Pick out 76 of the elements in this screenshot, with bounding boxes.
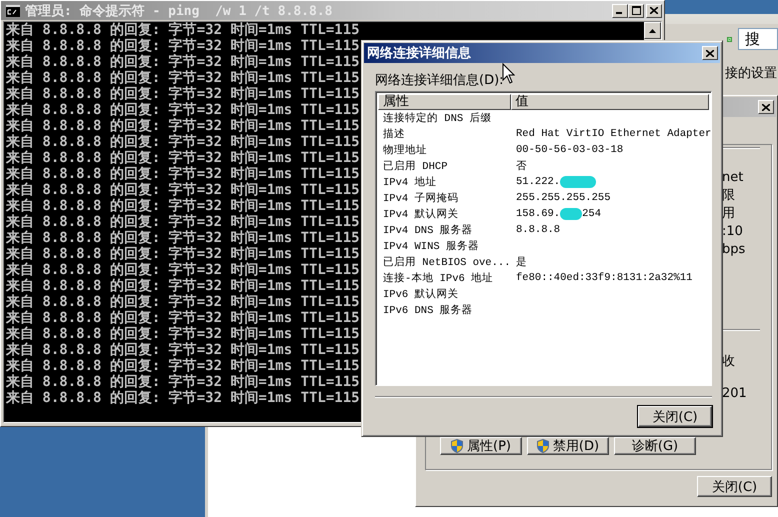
property-cell-text: 描述 [382, 127, 406, 141]
console-line: 来自 8.8.8.8 的回复: 字节=32 时间=1ms TTL=115 [6, 390, 360, 406]
console-line: 来自 8.8.8.8 的回复: 字节=32 时间=1ms TTL=115 [6, 150, 360, 166]
console-line: 来自 8.8.8.8 的回复: 字节=32 时间=1ms TTL=115 [6, 54, 360, 70]
console-line: 来自 8.8.8.8 的回复: 字节=32 时间=1ms TTL=115 [6, 102, 360, 118]
close-button[interactable] [646, 4, 662, 18]
maximize-button[interactable] [628, 4, 644, 18]
value-cell: 158.69. [516, 208, 560, 220]
console-line: 来自 8.8.8.8 的回复: 字节=32 时间=1ms TTL=115 [6, 230, 360, 246]
scroll-up-icon[interactable] [644, 22, 661, 39]
close-icon [762, 104, 770, 110]
value-cell-text: 否 [516, 160, 527, 173]
value-cell-text: 是 [516, 256, 527, 269]
console-line: 来自 8.8.8.8 的回复: 字节=32 时间=1ms TTL=115 [6, 22, 360, 38]
value-cell: 254 [582, 208, 602, 220]
console-line: 来自 8.8.8.8 的回复: 字节=32 时间=1ms TTL=115 [6, 38, 360, 54]
console-line: 来自 8.8.8.8 的回复: 字节=32 时间=1ms TTL=115 [6, 310, 360, 326]
console-line: 来自 8.8.8.8 的回复: 字节=32 时间=1ms TTL=115 [6, 262, 360, 278]
mouse-pointer-icon [502, 63, 515, 84]
console-icon [5, 4, 21, 18]
close-button[interactable]: 关闭(C) [638, 406, 712, 427]
property-cell-text: 连接-本地 IPv6 地址 [382, 271, 494, 285]
console-line: 来自 8.8.8.8 的回复: 字节=32 时间=1ms TTL=115 [6, 358, 360, 374]
value-cell: Red Hat VirtIO Ethernet Adapter [516, 128, 712, 140]
property-cell-text: IPv4 默认网关 [382, 207, 460, 221]
console-line: 来自 8.8.8.8 的回复: 字节=32 时间=1ms TTL=115 [6, 278, 360, 294]
close-icon [650, 7, 658, 14]
value-cell: 8.8.8.8 [516, 224, 560, 236]
console-line: 来自 8.8.8.8 的回复: 字节=32 时间=1ms TTL=115 [6, 198, 360, 214]
console-line: 来自 8.8.8.8 的回复: 字节=32 时间=1ms TTL=115 [6, 70, 360, 86]
console-line: 来自 8.8.8.8 的回复: 字节=32 时间=1ms TTL=115 [6, 246, 360, 262]
breadcrumb-text: 接的设置 [724, 65, 778, 82]
property-cell-text: IPv6 DNS 服务器 [382, 304, 474, 317]
action-button[interactable]: 禁用(D) [527, 437, 609, 455]
property-cell-text: 已启用 DHCP [382, 159, 449, 173]
search-field[interactable]: 搜 [738, 28, 778, 50]
value-cell: fe80::40ed:33f9:8131:2a32%11 [516, 272, 692, 284]
action-button[interactable]: 属性(P) [440, 437, 522, 455]
value-cell: 00-50-56-03-03-18 [516, 144, 624, 156]
minimize-button[interactable] [612, 4, 628, 18]
console-line: 来自 8.8.8.8 的回复: 字节=32 时间=1ms TTL=115 [6, 326, 360, 342]
close-button[interactable] [702, 46, 718, 60]
maximize-icon [632, 6, 640, 15]
status-text: net [722, 169, 744, 187]
close-button[interactable]: 关闭(C) [697, 476, 772, 497]
status-text: :10 [722, 223, 744, 241]
console-line: 来自 8.8.8.8 的回复: 字节=32 时间=1ms TTL=115 [6, 374, 360, 390]
close-button[interactable] [758, 100, 774, 114]
status-text: 201 [722, 385, 748, 403]
status-text: bps [722, 241, 746, 259]
status-text: 限 [722, 187, 736, 205]
property-cell-text: IPv4 地址 [382, 175, 438, 189]
close-icon [706, 50, 714, 56]
console-line: 来自 8.8.8.8 的回复: 字节=32 时间=1ms TTL=115 [6, 294, 360, 310]
console-line: 来自 8.8.8.8 的回复: 字节=32 时间=1ms TTL=115 [6, 182, 360, 198]
property-cell-text: IPv6 默认网关 [382, 287, 460, 301]
console-line: 来自 8.8.8.8 的回复: 字节=32 时间=1ms TTL=115 [6, 118, 360, 134]
property-cell-text: IPv4 子网掩码 [382, 192, 460, 205]
console-line: 来自 8.8.8.8 的回复: 字节=32 时间=1ms TTL=115 [6, 342, 360, 358]
action-button[interactable]: 诊断(G) [614, 437, 696, 455]
console-line: 来自 8.8.8.8 的回复: 字节=32 时间=1ms TTL=115 [6, 86, 360, 102]
status-text: 用 [722, 205, 736, 223]
value-cell: 255.255.255.255 [516, 192, 611, 204]
column-header[interactable]: 属性 [378, 94, 511, 110]
column-header[interactable]: 值 [510, 94, 709, 110]
value-cell: 51.222. [516, 176, 560, 188]
property-cell-text: IPv4 WINS 服务器 [382, 240, 480, 253]
list-label: 网络连接详细信息(D): [375, 72, 504, 89]
property-cell-text: 连接特定的 DNS 后缀 [382, 111, 493, 125]
dialog-title: 网络连接详细信息 [367, 44, 472, 62]
console-line: 来自 8.8.8.8 的回复: 字节=32 时间=1ms TTL=115 [6, 214, 360, 230]
property-cell-text: IPv4 DNS 服务器 [382, 224, 474, 237]
console-line: 来自 8.8.8.8 的回复: 字节=32 时间=1ms TTL=115 [6, 134, 360, 150]
console-line: 来自 8.8.8.8 的回复: 字节=32 时间=1ms TTL=115 [6, 166, 360, 182]
property-cell-text: 已启用 NetBIOS ove... [382, 255, 511, 269]
property-cell-text: 物理地址 [382, 143, 428, 157]
